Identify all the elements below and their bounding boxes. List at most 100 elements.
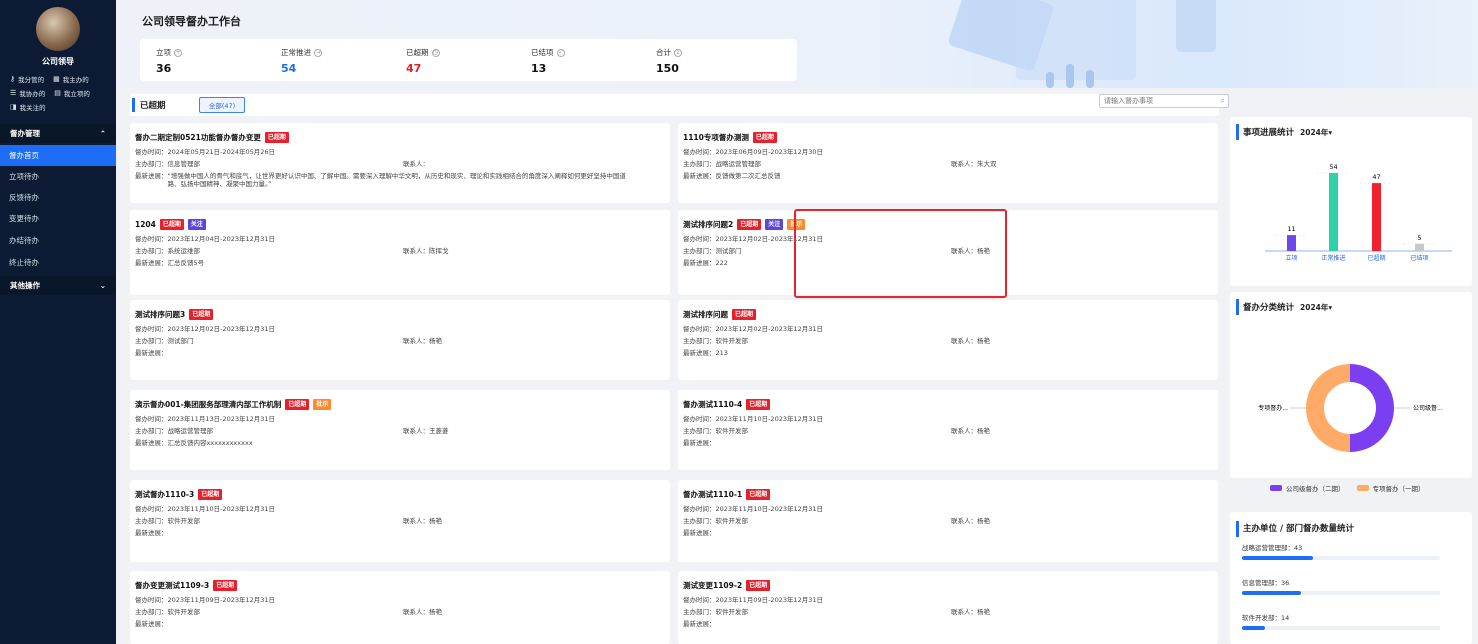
card-dept: 主办部门：软件开发部 联系人：杨艳: [135, 517, 442, 525]
card-progress: 最新进展： 汇总反馈内容xxxxxxxxxxxx: [135, 439, 253, 447]
menu-item-close-todo[interactable]: 办结待办: [0, 230, 116, 251]
clock-circle-icon: ◷: [431, 48, 440, 57]
stat-item[interactable]: 正常推进 → 54: [281, 47, 406, 81]
quick-my-hosted[interactable]: ▦ 我主办的: [53, 74, 89, 84]
card-contact: 联系人：朱大双: [951, 160, 997, 168]
stat-item[interactable]: 已超期 ◷ 47: [406, 47, 531, 81]
card-contact: 联系人：王菱菱: [403, 427, 449, 435]
donut-slice-0[interactable]: [1350, 364, 1394, 452]
plus-circle-icon: +: [174, 48, 182, 57]
stat-label: 正常推进: [281, 48, 311, 57]
task-card[interactable]: 督办测试1110-1 已超期 督办时间：2023年11月10日-2023年12月3…: [678, 480, 1218, 562]
stat-label: 立项: [156, 48, 171, 57]
card-progress: 最新进展： “增强做中国人的骨气和底气，让世界更好认识中国、了解中国。需要深入理解…: [135, 172, 626, 188]
status-badge: 已超期: [189, 308, 214, 320]
task-card[interactable]: 测试督办1110-3 已超期 督办时间：2023年11月10日-2023年12月3…: [130, 480, 670, 562]
card-contact: 联系人：陈挥戈: [403, 247, 449, 255]
dept-bar-fill: [1242, 626, 1266, 630]
status-badge: 已超期: [159, 218, 184, 230]
task-card[interactable]: 督办二期定制0521功能督办督办变更 已超期 督办时间：2024年05月21日-2…: [130, 123, 670, 203]
stat-value: 47: [406, 62, 422, 75]
task-card[interactable]: 督办变更测试1109-3 已超期 督办时间：2023年11月09日-2023年12…: [130, 571, 670, 644]
legend-item[interactable]: 公司级督办（二期）: [1270, 483, 1345, 493]
card-contact: 联系人：杨艳: [951, 608, 990, 616]
card-time: 督办时间：2023年06月09日-2023年12月30日: [683, 148, 824, 156]
bar-2[interactable]: [1372, 183, 1381, 251]
card-progress: 最新进展： 222: [683, 259, 728, 267]
sum-circle-icon: Σ: [674, 48, 682, 57]
bar-1[interactable]: [1329, 173, 1338, 251]
menu-item-home[interactable]: 督办首页: [0, 145, 116, 166]
bar-3[interactable]: [1415, 243, 1424, 251]
donut-slice-1[interactable]: [1306, 364, 1350, 452]
quick-my-followed[interactable]: ◨ 我关注的: [10, 102, 46, 112]
key-icon: ⚷: [10, 75, 16, 83]
arrow-circle-icon: →: [314, 48, 322, 57]
menu-item-change-todo[interactable]: 变更待办: [0, 208, 116, 229]
card-title: 1204: [135, 219, 156, 229]
search-icon[interactable]: ⌕: [1221, 96, 1225, 106]
stat-item[interactable]: 合计 Σ 150: [656, 47, 781, 81]
tab-all[interactable]: 全部(47): [199, 97, 245, 113]
card-dept: 主办部门：软件开发部 联系人：杨艳: [135, 608, 442, 616]
menu-item-feedback-todo[interactable]: 反馈待办: [0, 187, 116, 208]
task-card[interactable]: 测试排序问题 已超期 督办时间：2023年12月02日-2023年12月31日 主…: [678, 300, 1218, 380]
stat-value: 36: [156, 62, 172, 75]
quick-my-assisted[interactable]: ☰ 我协办的: [10, 88, 45, 98]
quick-my-created[interactable]: ▤ 我立项的: [54, 88, 90, 98]
banner-decoration: [1046, 72, 1054, 88]
status-badge: 已超期: [264, 131, 289, 143]
legend-item[interactable]: 专项督办（一期）: [1356, 483, 1425, 493]
menu-group-other[interactable]: 其他操作 ⌄: [0, 276, 116, 295]
stat-label: 已超期: [406, 48, 429, 57]
card-dept: 主办部门：测试部门 联系人：杨艳: [683, 247, 990, 255]
card-dept: 主办部门：系统运维部 联系人：陈挥戈: [135, 247, 449, 255]
card-contact: 联系人：杨艳: [951, 517, 990, 525]
stat-item[interactable]: 立项 +36: [156, 47, 281, 81]
card-dept: 主办部门：战略运营管理部 联系人：王菱菱: [135, 427, 449, 435]
status-badge: 已超期: [213, 579, 238, 591]
category-label: 已结项: [1410, 254, 1428, 262]
stat-value: 54: [281, 62, 297, 75]
donut-legend: 公司级督办（二期） 专项督办（一期）: [1270, 483, 1425, 493]
card-dept: 主办部门：软件开发部 联系人：杨艳: [683, 608, 990, 616]
stat-label: 已结项: [531, 48, 554, 57]
task-card[interactable]: 测试排序问题2 已超期 关注 批示 督办时间：2023年12月02日-2023年12月…: [678, 210, 1218, 295]
card-dept: 主办部门：测试部门 联系人：杨艳: [135, 337, 442, 345]
menu-item-terminate-todo[interactable]: 终止待办: [0, 252, 116, 273]
avatar[interactable]: [36, 7, 80, 51]
status-badge: 已超期: [746, 398, 771, 410]
page-title: 公司领导督办工作台: [142, 15, 241, 28]
card-dept: 主办部门：软件开发部 联系人：杨艳: [683, 427, 990, 435]
task-card[interactable]: 1110专项督办测测 已超期 督办时间：2023年06月09日-2023年12月3…: [678, 123, 1218, 203]
status-badge: 已超期: [746, 579, 771, 591]
category-label: 立项: [1285, 254, 1297, 262]
card-progress: 最新进展：: [135, 349, 168, 357]
card-progress: 最新进展： 汇总反馈5号: [135, 259, 205, 267]
search-input[interactable]: [1104, 97, 1212, 105]
stat-item[interactable]: 已结项 ✓ 13: [531, 47, 656, 81]
status-badge: 批示: [787, 218, 806, 230]
card-title: 督办变更测试1109-3: [135, 580, 210, 590]
status-badge: 关注: [187, 218, 206, 230]
sidebar: 公司领导 ⚷ 我分管的 ▦ 我主办的 ☰ 我协办的 ▤ 我立项的 ◨ 我关注的 督办管理 ⌃…: [0, 0, 116, 644]
bar-value-label: 5: [1417, 234, 1421, 242]
legend-swatch: [1356, 485, 1369, 491]
task-card[interactable]: 测试排序问题3 已超期 督办时间：2023年12月02日-2023年12月31日 …: [130, 300, 670, 380]
task-card[interactable]: 演示督办001-集团服务部理清内部工作机制 已超期 批示 督办时间：2023年11月…: [130, 390, 670, 470]
card-progress: 最新进展： 反馈做第二次汇总反馈: [683, 172, 781, 180]
status-badge: 已超期: [198, 488, 223, 500]
card-progress: 最新进展：: [683, 439, 716, 447]
menu-item-setup-todo[interactable]: 立项待办: [0, 166, 116, 187]
task-card[interactable]: 测试变更1109-2 已超期 督办时间：2023年11月09日-2023年12月3…: [678, 571, 1218, 644]
stat-value: 150: [656, 62, 679, 75]
task-card[interactable]: 1204 已超期 关注 督办时间：2023年12月04日-2023年12月31日 主…: [130, 210, 670, 295]
banner-decoration: [1086, 70, 1094, 88]
status-badge: 关注: [765, 218, 784, 230]
menu-group-manage[interactable]: 督办管理 ⌃: [0, 124, 116, 143]
bar-0[interactable]: [1287, 235, 1296, 251]
quick-my-managed[interactable]: ⚷ 我分管的: [10, 74, 44, 84]
legend-swatch: [1270, 485, 1282, 491]
task-card[interactable]: 督办测试1110-4 已超期 督办时间：2023年11月10日-2023年12月3…: [678, 390, 1218, 470]
card-time: 督办时间：2023年11月13日-2023年12月31日: [135, 415, 276, 423]
